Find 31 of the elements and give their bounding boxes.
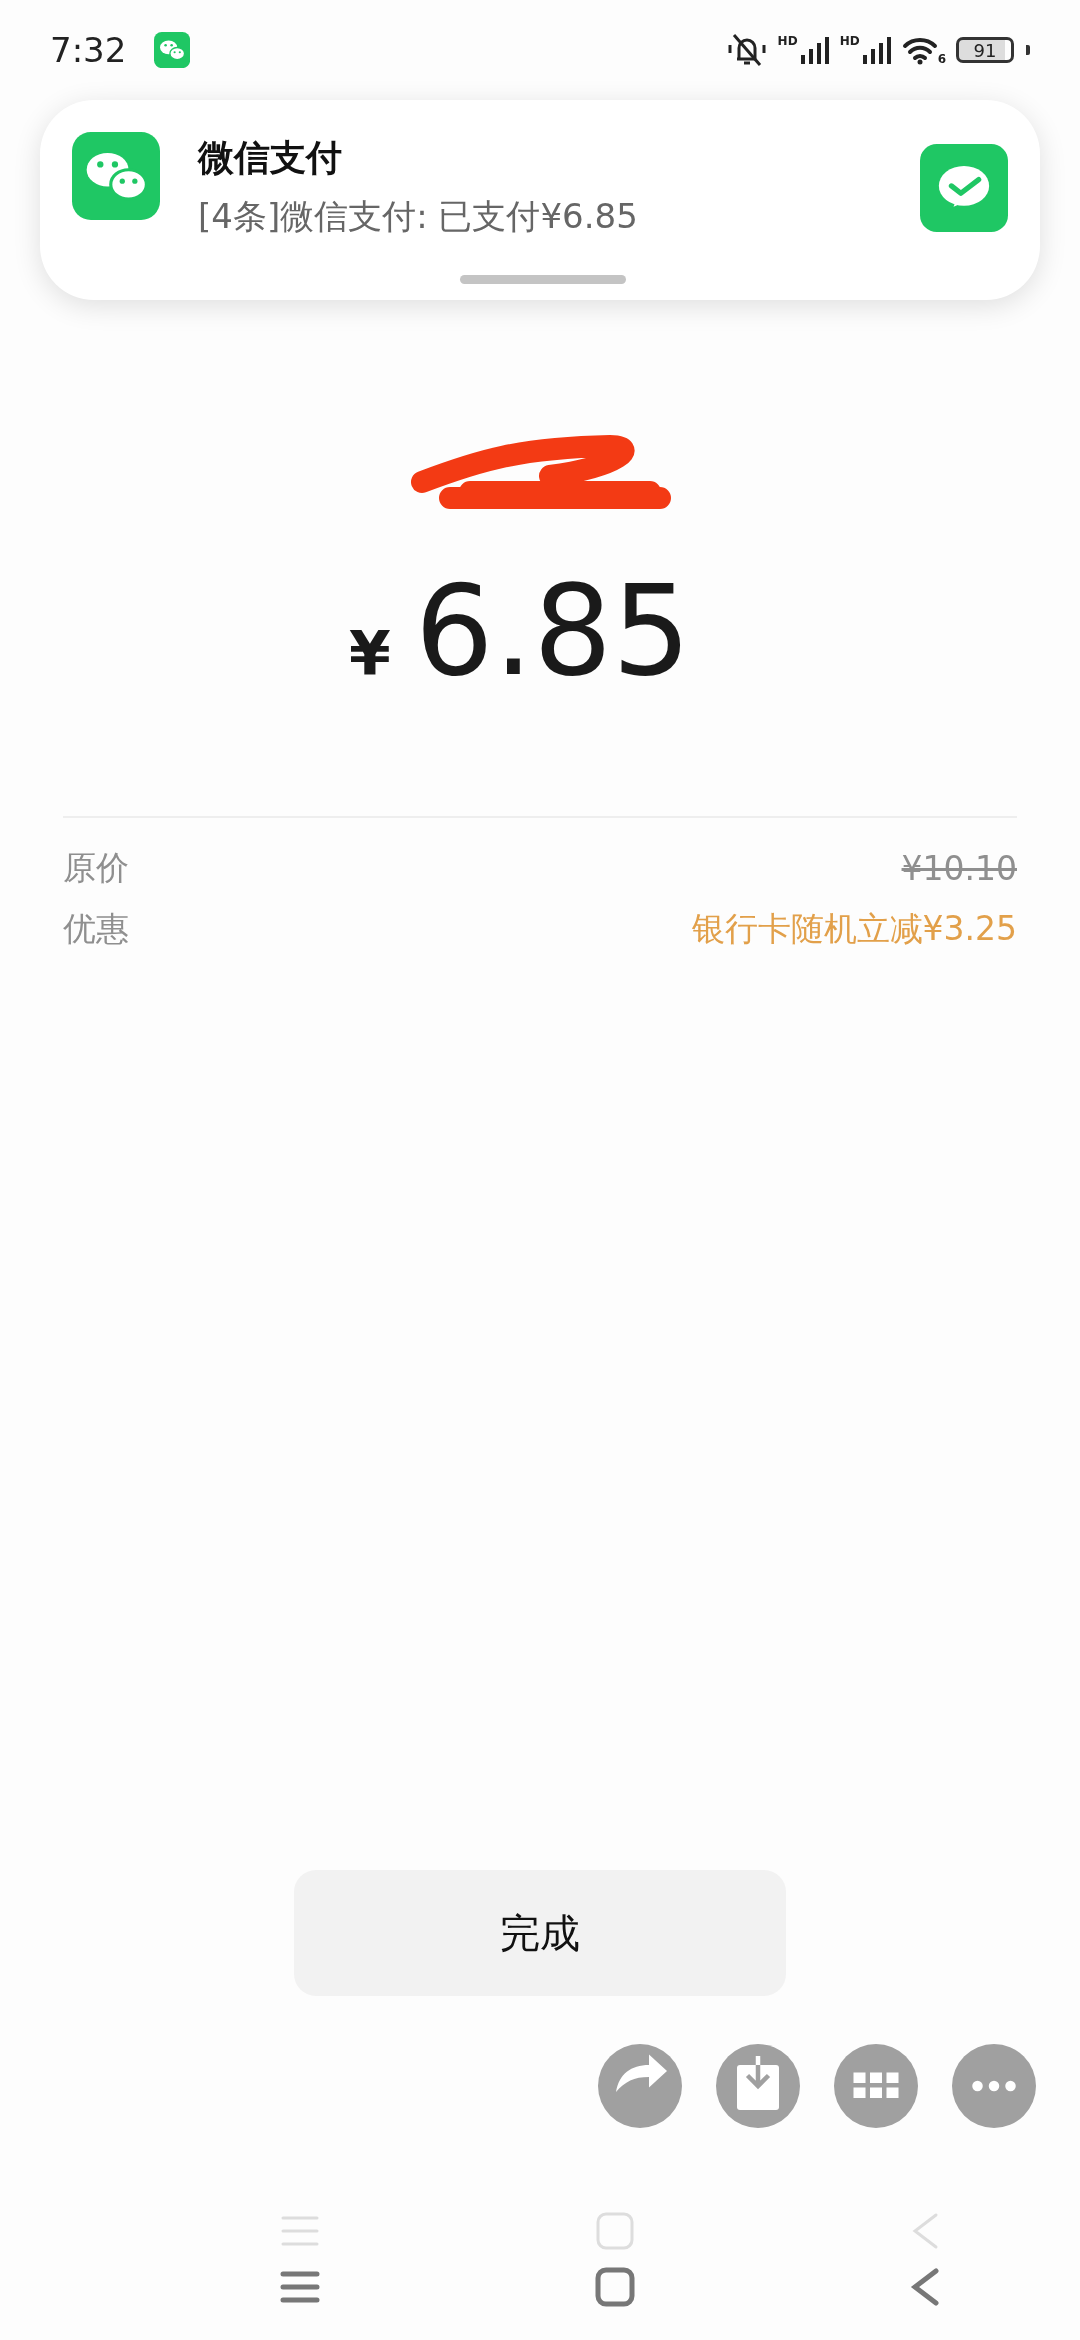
currency-symbol: ¥ <box>349 618 391 688</box>
original-price: ¥10.10 <box>901 849 1017 888</box>
wifi-label: 6 <box>937 53 946 65</box>
status-time: 7:32 <box>50 30 127 70</box>
wechat-pay-icon <box>920 144 1008 232</box>
signal-icon <box>861 35 892 65</box>
home-icon <box>595 2211 635 2251</box>
menu-icon[interactable] <box>280 2269 320 2305</box>
done-button[interactable]: 完成 <box>294 1870 786 1996</box>
grid-icon[interactable] <box>834 2044 918 2128</box>
wechat-icon <box>154 32 191 68</box>
detail-label: 优惠 <box>63 908 129 950</box>
discount-text: 银行卡随机立减¥3.25 <box>691 908 1017 950</box>
wifi-icon <box>901 35 938 65</box>
detail-label: 原价 <box>63 847 129 889</box>
notification-message: [4条]微信支付: 已支付¥6.85 <box>198 195 639 238</box>
back-icon[interactable] <box>910 2267 940 2307</box>
drag-handle[interactable] <box>460 275 626 284</box>
home-icon[interactable] <box>595 2267 635 2307</box>
share-icon[interactable] <box>598 2044 682 2128</box>
network-label: HD <box>777 35 798 47</box>
payment-amount: 6.85 <box>414 558 691 705</box>
notification-card[interactable]: 微信支付 [4条]微信支付: 已支付¥6.85 <box>40 100 1040 300</box>
wechat-icon <box>72 132 160 220</box>
notification-title: 微信支付 <box>198 136 343 180</box>
download-icon[interactable] <box>716 2044 800 2128</box>
more-icon[interactable] <box>952 2044 1036 2128</box>
signal-icon <box>799 35 830 65</box>
battery-level: 91 <box>956 37 1014 63</box>
network-label: HD <box>839 35 860 47</box>
back-icon <box>910 2211 940 2251</box>
